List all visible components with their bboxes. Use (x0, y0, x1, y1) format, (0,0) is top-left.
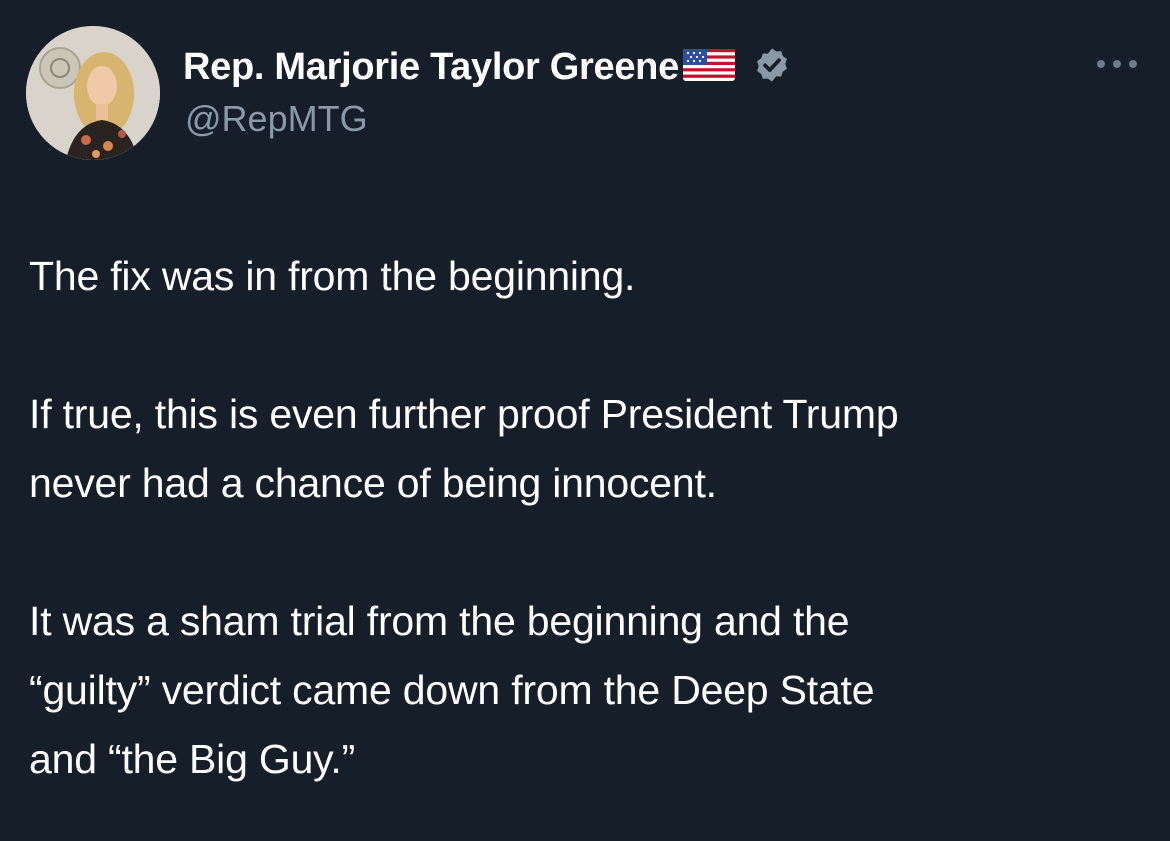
tweet-paragraph: The fix was in from the beginning. (29, 242, 1149, 311)
tweet-line: It was a sham trial from the beginning a… (29, 598, 850, 644)
display-name[interactable]: Rep. Marjorie Taylor Greene (183, 46, 679, 89)
us-flag-icon (682, 48, 735, 86)
author-name-row[interactable]: Rep. Marjorie Taylor Greene (183, 42, 791, 92)
author-handle[interactable]: @RepMTG (185, 98, 368, 140)
tweet-line: “guilty” verdict came down from the Deep… (29, 667, 875, 713)
tweet-line: never had a chance of being innocent. (29, 460, 717, 506)
tweet-card: Rep. Marjorie Taylor Greene @RepMTG The … (0, 0, 1170, 841)
tweet-line: If true, this is even further proof Pres… (29, 391, 899, 437)
tweet-line: The fix was in from the beginning. (29, 253, 636, 299)
more-options-icon[interactable] (1094, 56, 1140, 72)
avatar-image (26, 26, 160, 160)
verified-badge-icon[interactable] (753, 46, 791, 89)
avatar[interactable] (26, 26, 160, 160)
tweet-text: The fix was in from the beginning. If tr… (29, 242, 1149, 794)
tweet-line: and “the Big Guy.” (29, 736, 356, 782)
tweet-paragraph: It was a sham trial from the beginning a… (29, 587, 1149, 794)
tweet-paragraph: If true, this is even further proof Pres… (29, 380, 1149, 518)
